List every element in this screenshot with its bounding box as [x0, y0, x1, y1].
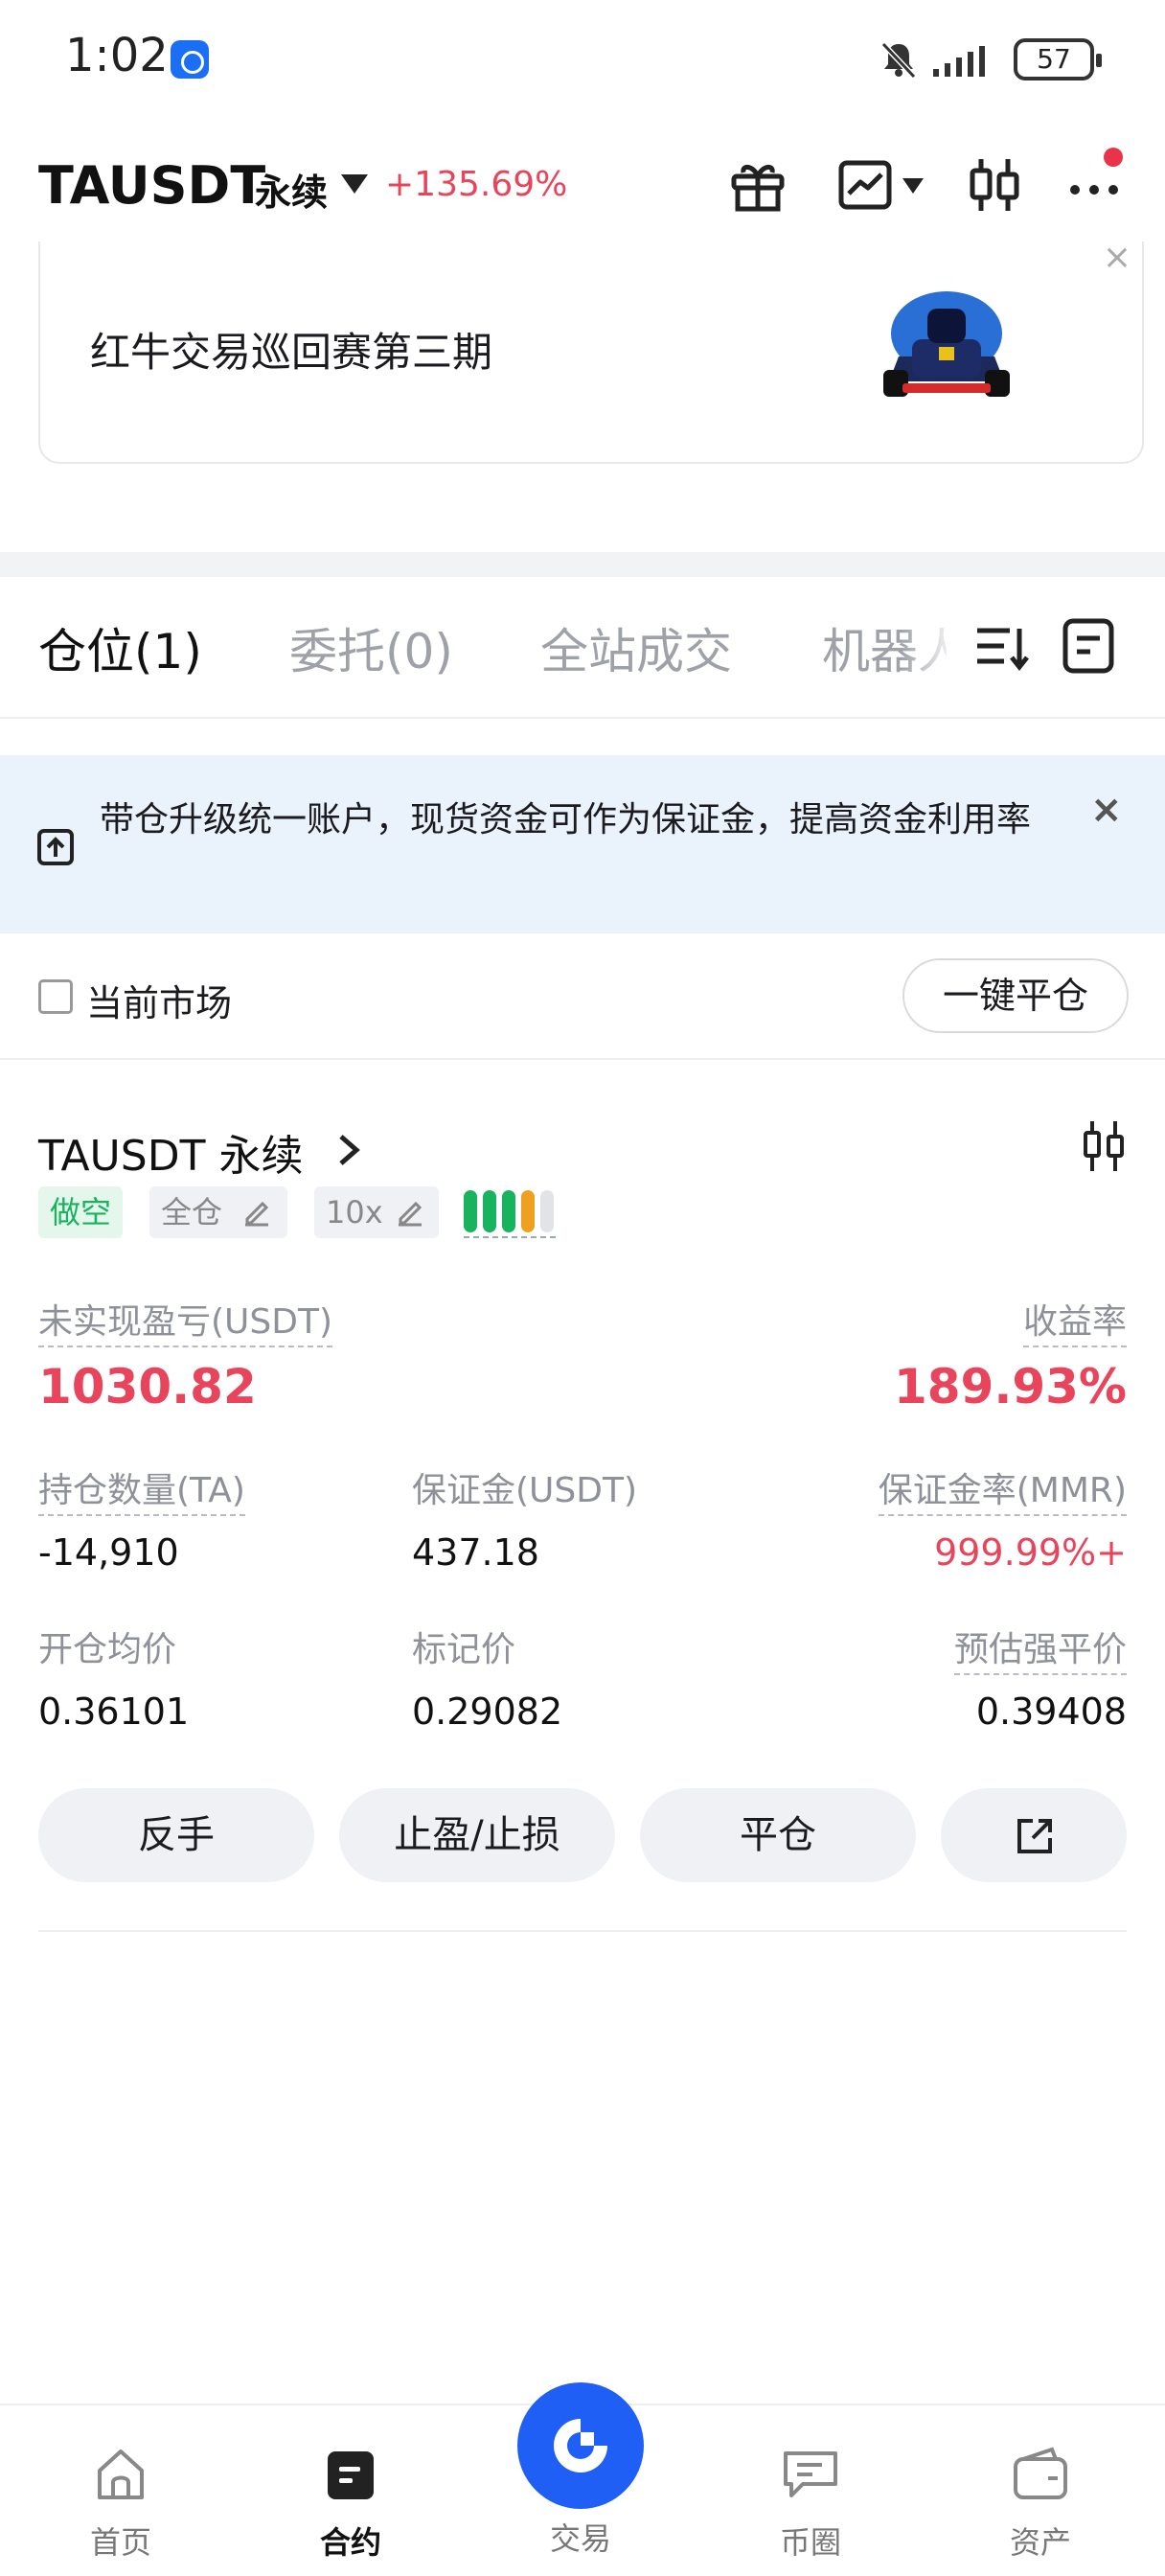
- position-divider: [38, 1930, 1127, 1932]
- mmr-value: 999.99%+: [934, 1531, 1127, 1574]
- leverage-tag[interactable]: 10x: [314, 1186, 439, 1238]
- nav-assets-label: 资产: [1009, 2524, 1071, 2561]
- upgrade-notice[interactable]: 带仓升级统一账户，现货资金可作为保证金，提高资金利用率 ×: [0, 755, 1165, 933]
- nav-contract-label: 合约: [319, 2524, 381, 2561]
- nav-community[interactable]: 币圈: [743, 2444, 878, 2568]
- current-market-label[interactable]: 当前市场: [86, 974, 232, 1026]
- position-qty-label[interactable]: 持仓数量(TA): [38, 1462, 245, 1516]
- margin-mode-tag[interactable]: 全仓: [149, 1186, 287, 1238]
- battery-icon: 57: [1014, 38, 1102, 80]
- bell-muted-icon: [880, 41, 917, 80]
- edit-icon[interactable]: [241, 1196, 272, 1227]
- share-icon: [1017, 1819, 1052, 1853]
- candlestick-icon[interactable]: [960, 151, 1027, 218]
- tab-site-trades[interactable]: 全站成交: [540, 613, 732, 682]
- unrealized-pnl-value: 1030.82: [38, 1359, 257, 1414]
- filter-row: 当前市场 一键平仓: [0, 956, 1165, 1060]
- nav-home[interactable]: 首页: [54, 2444, 188, 2568]
- close-all-button[interactable]: 一键平仓: [902, 958, 1129, 1033]
- tab-orders[interactable]: 委托(0): [289, 613, 453, 682]
- nav-assets[interactable]: 资产: [973, 2444, 1108, 2568]
- tpsl-button[interactable]: 止盈/止损: [339, 1788, 615, 1882]
- chart-dropdown-icon[interactable]: [902, 178, 924, 194]
- margin-value: 437.18: [412, 1531, 539, 1574]
- edit-icon[interactable]: [395, 1196, 425, 1227]
- nav-community-label: 币圈: [779, 2524, 841, 2561]
- liq-price-label[interactable]: 预估强平价: [953, 1622, 1127, 1675]
- adl-bar-1: [464, 1190, 477, 1232]
- promo-banner[interactable]: × 红牛交易巡回赛第三期: [38, 238, 1144, 464]
- notification-dot: [1104, 148, 1123, 167]
- status-time: 1:02: [65, 29, 169, 82]
- nav-contract[interactable]: 合约: [284, 2444, 418, 2568]
- position-symbol[interactable]: TAUSDT 永续: [38, 1121, 303, 1183]
- margin-mode-label: 全仓: [161, 1194, 223, 1230]
- tab-bar: 仓位(1) 委托(0) 全站成交 机器人: [0, 577, 1165, 719]
- order-history-icon[interactable]: [1058, 615, 1119, 677]
- margin-label: 保证金(USDT): [412, 1471, 638, 1510]
- roe-label[interactable]: 收益率: [1022, 1294, 1127, 1347]
- caret-down-icon[interactable]: [341, 174, 368, 194]
- signal-icon: [933, 46, 985, 77]
- close-icon[interactable]: ×: [1090, 788, 1123, 832]
- market-header: TAUSDT 永续 +135.69%: [0, 134, 1165, 240]
- close-icon[interactable]: ×: [1098, 238, 1136, 277]
- tab-positions[interactable]: 仓位(1): [38, 613, 202, 682]
- liq-price-value: 0.39408: [975, 1690, 1127, 1733]
- share-button[interactable]: [941, 1788, 1127, 1882]
- adl-bar-4: [521, 1190, 535, 1232]
- leverage-label: 10x: [326, 1194, 383, 1230]
- trend-chart-icon[interactable]: [834, 151, 901, 218]
- unrealized-pnl-label[interactable]: 未实现盈亏(USDT): [38, 1294, 333, 1347]
- current-market-checkbox[interactable]: [38, 979, 73, 1014]
- gift-icon[interactable]: [724, 151, 791, 218]
- home-icon: [98, 2450, 144, 2499]
- chevron-right-icon[interactable]: [331, 1131, 366, 1169]
- price-change: +135.69%: [385, 165, 568, 204]
- position-card: TAUSDT 永续 做空 全仓 10x 未实现盈亏(USDT) 1030.82 …: [38, 1117, 1127, 1932]
- adl-bar-5: [540, 1190, 554, 1232]
- contract-icon: [328, 2451, 374, 2499]
- mark-price-label: 标记价: [412, 1630, 516, 1669]
- chat-icon: [784, 2451, 837, 2497]
- upgrade-icon: [37, 829, 74, 865]
- trade-icon: [554, 2419, 607, 2472]
- pair-type[interactable]: 永续: [255, 163, 328, 216]
- position-actions: 反手 止盈/止损 平仓: [38, 1788, 1127, 1884]
- position-qty-value: -14,910: [38, 1531, 179, 1574]
- mark-price-value: 0.29082: [412, 1690, 563, 1733]
- roe-value: 189.93%: [893, 1359, 1127, 1414]
- entry-price-label: 开仓均价: [38, 1630, 177, 1669]
- app-notification-icon: [171, 40, 209, 79]
- candlestick-icon[interactable]: [1077, 1117, 1131, 1175]
- race-car-image: [883, 291, 1010, 397]
- nav-trade-label[interactable]: 交易: [514, 2515, 648, 2559]
- wallet-icon: [1014, 2447, 1067, 2499]
- adl-indicator[interactable]: [464, 1186, 556, 1238]
- status-bar: 1:02 57: [0, 0, 1165, 115]
- tab-fade: [901, 606, 958, 682]
- nav-home-label: 首页: [89, 2524, 151, 2561]
- promo-title: 红牛交易巡回赛第三期: [90, 329, 493, 376]
- section-divider: [0, 552, 1165, 577]
- sort-icon[interactable]: [971, 615, 1033, 677]
- close-position-button[interactable]: 平仓: [640, 1788, 916, 1882]
- pair-symbol[interactable]: TAUSDT: [38, 155, 265, 216]
- reverse-button[interactable]: 反手: [38, 1788, 314, 1882]
- notice-text: 带仓升级统一账户，现货资金可作为保证金，提高资金利用率: [100, 800, 1032, 840]
- adl-bar-2: [483, 1190, 496, 1232]
- adl-bar-3: [502, 1190, 515, 1232]
- side-tag: 做空: [38, 1186, 124, 1238]
- entry-price-value: 0.36101: [38, 1690, 190, 1733]
- trade-button[interactable]: [517, 2382, 644, 2509]
- mmr-label[interactable]: 保证金率(MMR): [878, 1462, 1127, 1516]
